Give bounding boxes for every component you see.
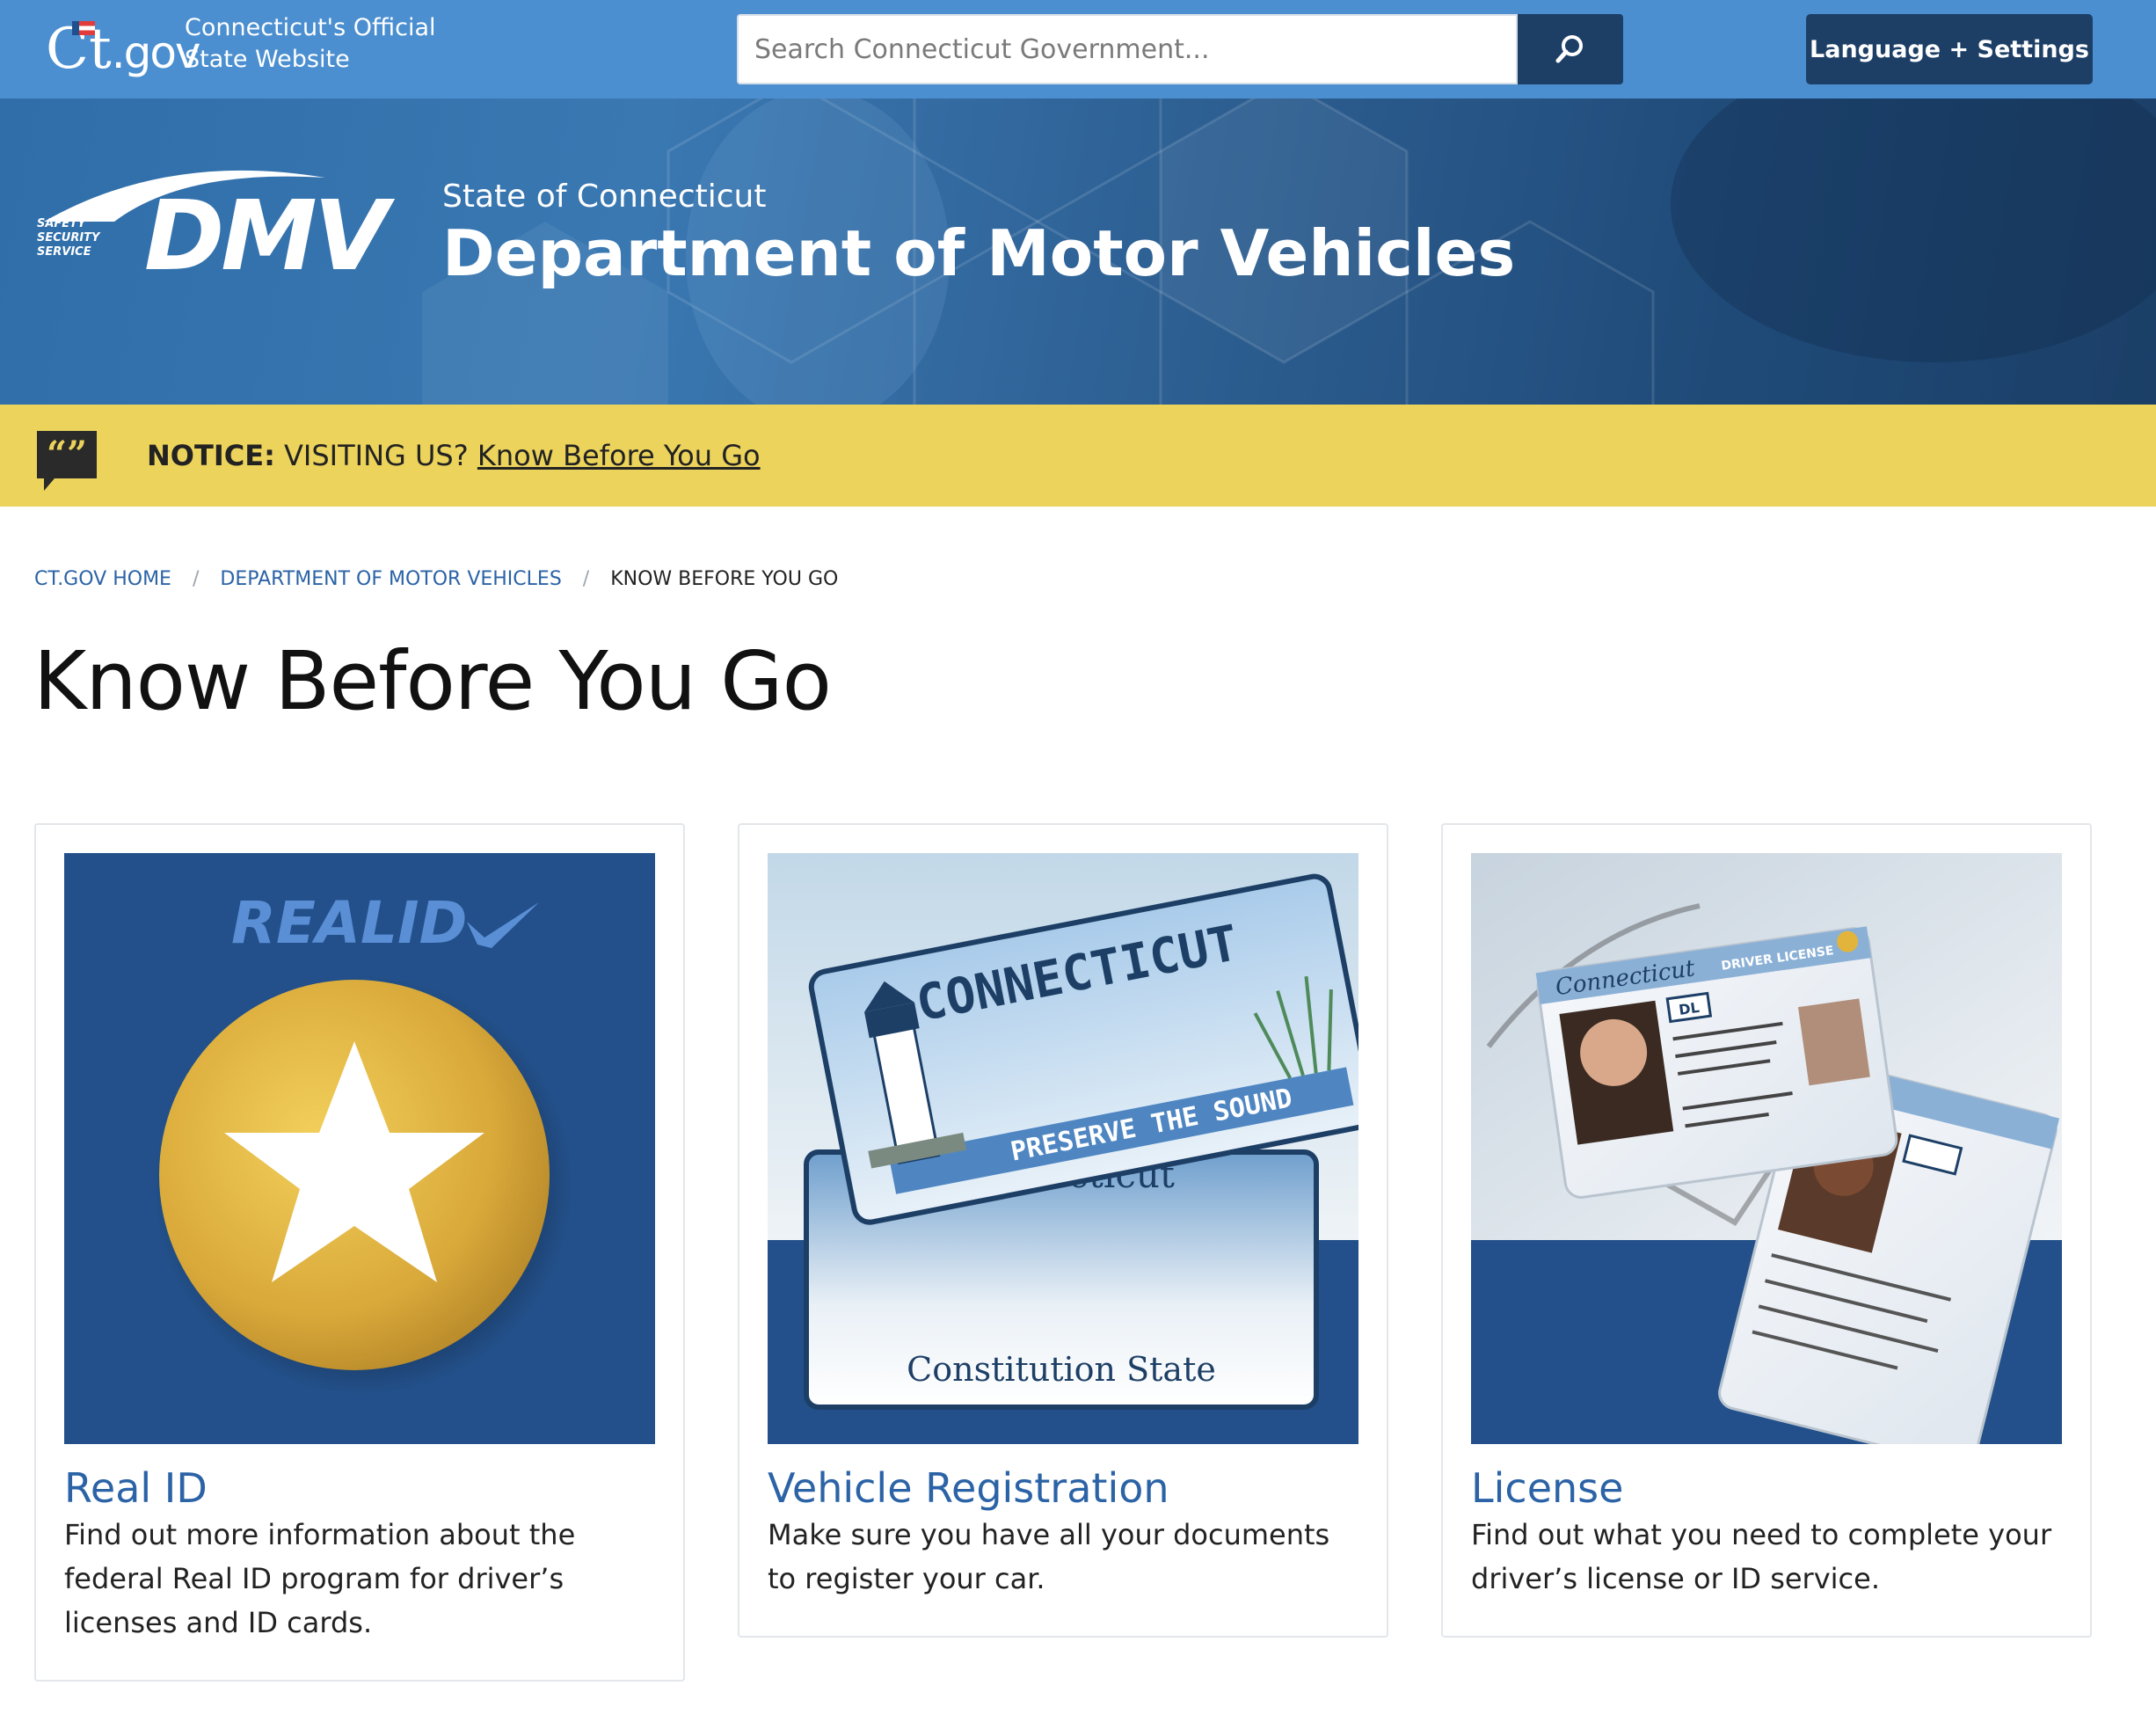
language-settings-button[interactable]: Language + Settings: [1806, 14, 2093, 84]
official-line-2: State Website: [185, 46, 350, 73]
real-id-image[interactable]: REALID: [64, 853, 655, 1444]
flag-icon: [72, 21, 95, 35]
breadcrumb-dmv[interactable]: DEPARTMENT OF MOTOR VEHICLES: [220, 568, 561, 590]
notice-text: NOTICE: VISITING US? Know Before You Go: [147, 434, 761, 477]
page-title: Know Before You Go: [33, 634, 832, 728]
dmv-logo-tagline: SAFETY SECURITY SERVICE: [37, 217, 116, 259]
card-title-vehicle-registration[interactable]: Vehicle Registration: [768, 1463, 1169, 1513]
card-description-real-id: Find out more information about the fede…: [64, 1518, 576, 1639]
state-label: State of Connecticut: [442, 179, 767, 215]
breadcrumb-separator: /: [192, 567, 200, 590]
tagline-safety: SAFETY: [37, 217, 86, 230]
plate2-bottom-text: Constitution State: [907, 1350, 1216, 1389]
dmv-logo-text[interactable]: DMV: [144, 183, 389, 288]
svg-text:“”: “”: [47, 434, 87, 475]
department-title: Department of Motor Vehicles: [442, 216, 1516, 290]
id-card-class-text: DL: [1678, 999, 1701, 1018]
card-description-license: Find out what you need to complete your …: [1471, 1518, 2052, 1595]
card-title-real-id[interactable]: Real ID: [64, 1463, 208, 1513]
real-id-graphic: REALID: [64, 853, 655, 1444]
magnifier-icon: [1555, 35, 1583, 63]
card-license[interactable]: Connecticut DRIVER LICENSE DL License Fi…: [1441, 823, 2092, 1638]
license-plates-graphic: Connecticut Constitution State CONNECTIC…: [768, 853, 1358, 1444]
search-input[interactable]: [737, 14, 1518, 84]
breadcrumb-current: KNOW BEFORE YOU GO: [610, 567, 839, 590]
license-image[interactable]: Connecticut DRIVER LICENSE DL: [1471, 853, 2062, 1444]
tagline-service: SERVICE: [37, 245, 91, 259]
search-button[interactable]: [1518, 14, 1623, 84]
id-card-front: Connecticut DRIVER LICENSE DL: [1535, 926, 1898, 1199]
dmv-banner: SAFETY SECURITY SERVICE DMV State of Con…: [0, 99, 2156, 405]
notice-label: NOTICE:: [147, 439, 275, 472]
real-id-logo-text: REALID: [231, 889, 467, 957]
breadcrumb: CT.GOV HOME / DEPARTMENT OF MOTOR VEHICL…: [34, 563, 838, 595]
breadcrumb-separator: /: [582, 567, 590, 590]
card-description-vehicle-registration: Make sure you have all your documents to…: [768, 1518, 1330, 1595]
breadcrumb-ctgov-home[interactable]: CT.GOV HOME: [34, 568, 171, 590]
top-bar: Ct.gov Connecticut's Official State Webs…: [0, 0, 2156, 99]
card-title-license[interactable]: License: [1471, 1463, 1623, 1513]
ctgov-logo[interactable]: Ct.gov: [46, 12, 200, 86]
tagline-security: SECURITY: [37, 231, 100, 244]
quote-bubble-icon: “”: [37, 431, 97, 491]
notice-bar: “” NOTICE: VISITING US? Know Before You …: [0, 405, 2156, 507]
official-line-1: Connecticut's Official: [185, 14, 436, 41]
vehicle-registration-image[interactable]: Connecticut Constitution State CONNECTIC…: [768, 853, 1358, 1444]
notice-message: VISITING US?: [274, 439, 477, 472]
card-real-id[interactable]: REALID Real ID Find out more information…: [34, 823, 685, 1682]
card-vehicle-registration[interactable]: Connecticut Constitution State CONNECTIC…: [738, 823, 1388, 1638]
official-site-label: Connecticut's Official State Website: [185, 12, 448, 76]
license-cards-graphic: Connecticut DRIVER LICENSE DL: [1471, 853, 2062, 1444]
notice-link[interactable]: Know Before You Go: [477, 439, 761, 472]
